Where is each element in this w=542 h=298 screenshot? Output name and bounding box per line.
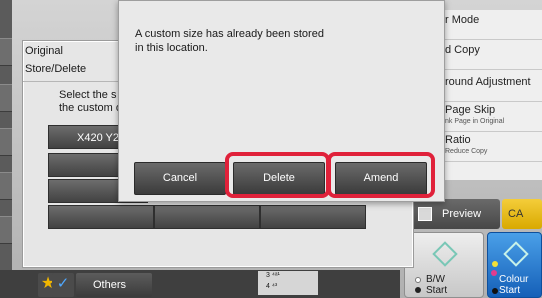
- dialog-message: in this location.: [135, 42, 208, 54]
- bw-indicator-icon: [415, 277, 421, 283]
- store-window-title: Store/Delete: [25, 63, 87, 75]
- bottom-toolbar: ★ ✓ Others: [0, 270, 400, 298]
- page-indicator: 3 ⁴ᵃ¹ 4 ⁴³: [258, 271, 318, 295]
- function-label: Page Skip: [445, 104, 496, 116]
- screen-background: r Mode d Copy round Adjustment Page Skip…: [0, 0, 542, 298]
- start-diamond-icon: [432, 241, 458, 267]
- cancel-button[interactable]: Cancel: [134, 162, 226, 195]
- preview-button[interactable]: Preview: [410, 199, 500, 229]
- start-diamond-icon: [503, 241, 529, 267]
- colour-start-label: Start: [499, 285, 521, 296]
- left-tab[interactable]: [0, 84, 12, 112]
- clear-all-label: CA: [508, 208, 524, 220]
- function-label: d Copy: [445, 44, 480, 56]
- function-label: round Adjustment: [445, 76, 531, 88]
- colour-start-button[interactable]: Colour Start: [487, 232, 542, 298]
- left-edge-strip: [0, 0, 12, 270]
- left-tab[interactable]: [0, 128, 12, 156]
- preview-icon: [418, 207, 432, 221]
- bw-indicator-icon: [415, 287, 421, 293]
- custom-size-slot[interactable]: [260, 205, 366, 229]
- function-item-copy[interactable]: d Copy: [435, 40, 542, 70]
- others-button[interactable]: Others: [76, 273, 152, 297]
- colour-dot-icon: [492, 288, 498, 294]
- amend-highlight-frame: [327, 152, 435, 198]
- function-label: r Mode: [445, 14, 480, 26]
- function-sublabel: Reduce Copy: [445, 148, 488, 155]
- custom-size-slot[interactable]: [154, 205, 260, 229]
- divider: [23, 81, 118, 82]
- colour-start-label: Colour: [499, 274, 529, 285]
- left-tab[interactable]: [0, 38, 12, 66]
- clear-all-button[interactable]: CA: [502, 199, 542, 229]
- colour-dot-icon: [491, 270, 497, 276]
- left-tab[interactable]: [0, 172, 12, 200]
- left-tab[interactable]: [0, 216, 12, 244]
- colour-dot-icon: [492, 261, 498, 267]
- function-item-page-skip[interactable]: Page Skip nk Page in Original: [435, 102, 542, 132]
- function-item-background-adjustment[interactable]: round Adjustment: [435, 72, 542, 102]
- function-item-mode[interactable]: r Mode: [435, 10, 542, 40]
- function-item-ratio[interactable]: Ratio Reduce Copy: [435, 132, 542, 162]
- bw-start-label: Start: [426, 285, 448, 296]
- function-sublabel: nk Page in Original: [445, 118, 505, 125]
- custom-size-slot[interactable]: [48, 205, 154, 229]
- preview-label: Preview: [442, 208, 482, 220]
- overwrite-confirm-dialog: A custom size has already been stored in…: [118, 0, 445, 202]
- others-label: Others: [93, 279, 127, 291]
- function-label: Ratio: [445, 134, 471, 146]
- store-window-title: Original: [25, 45, 63, 57]
- bw-start-label: B/W: [426, 274, 445, 285]
- bw-start-button[interactable]: B/W Start: [404, 232, 484, 298]
- store-instruction: Select the s: [59, 89, 117, 101]
- dialog-message: A custom size has already been stored: [135, 28, 324, 40]
- check-icon[interactable]: ✓: [52, 273, 74, 297]
- page-indicator-line: 3 ⁴ᵃ¹: [266, 272, 280, 279]
- store-instruction: the custom o: [59, 102, 122, 114]
- page-indicator-line: 4 ⁴³: [266, 283, 278, 290]
- delete-highlight-frame: [225, 152, 330, 198]
